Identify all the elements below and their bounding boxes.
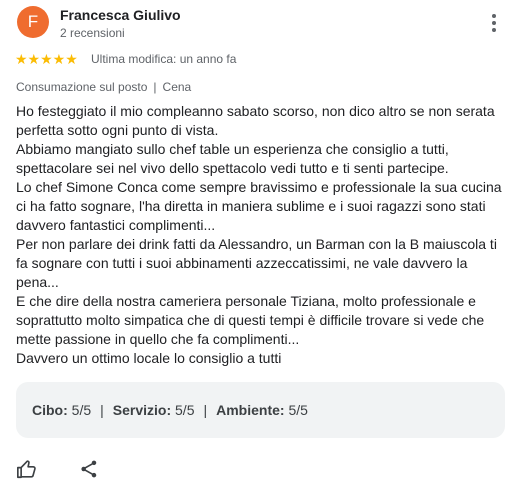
service-label: Servizio:	[112, 402, 172, 418]
ratings-summary: Cibo: 5/5 | Servizio: 5/5 | Ambiente: 5/5	[16, 382, 505, 438]
modified-date: Ultima modifica: un anno fa	[91, 52, 237, 66]
thumbs-up-icon[interactable]	[16, 458, 38, 480]
star-rating: ★★★★★	[15, 51, 78, 67]
food-value: 5/5	[71, 402, 92, 418]
author-name[interactable]: Francesca Giulivo	[60, 7, 181, 23]
more-vert-icon[interactable]	[484, 12, 504, 36]
avatar[interactable]: F	[17, 6, 49, 38]
ambience-label: Ambiente:	[216, 402, 285, 418]
ratings-separator: |	[100, 402, 104, 418]
share-icon[interactable]	[79, 459, 99, 479]
review-paragraph: Davvero un ottimo locale lo consiglio a …	[16, 350, 282, 366]
service-type: Consumazione sul posto	[16, 80, 148, 94]
review-text: Ho festeggiato il mio compleanno sabato …	[16, 102, 508, 368]
meta-separator: |	[153, 80, 157, 94]
meal-type: Cena	[162, 80, 192, 94]
visit-meta: Consumazione sul posto | Cena	[16, 80, 191, 94]
ambience-value: 5/5	[288, 402, 308, 418]
service-value: 5/5	[175, 402, 195, 418]
food-label: Cibo:	[32, 402, 68, 418]
review-paragraph: Per non parlare dei drink fatti da Aless…	[16, 236, 497, 290]
review-paragraph: Ho festeggiato il mio compleanno sabato …	[16, 103, 495, 138]
reviews-count: 2 recensioni	[60, 26, 125, 40]
review-paragraph: Abbiamo mangiato sullo chef table un esp…	[16, 141, 449, 176]
review-paragraph: E che dire della nostra cameriera person…	[16, 293, 485, 347]
ratings-separator: |	[203, 402, 208, 418]
review-paragraph: Lo chef Simone Conca come sempre braviss…	[16, 179, 502, 233]
